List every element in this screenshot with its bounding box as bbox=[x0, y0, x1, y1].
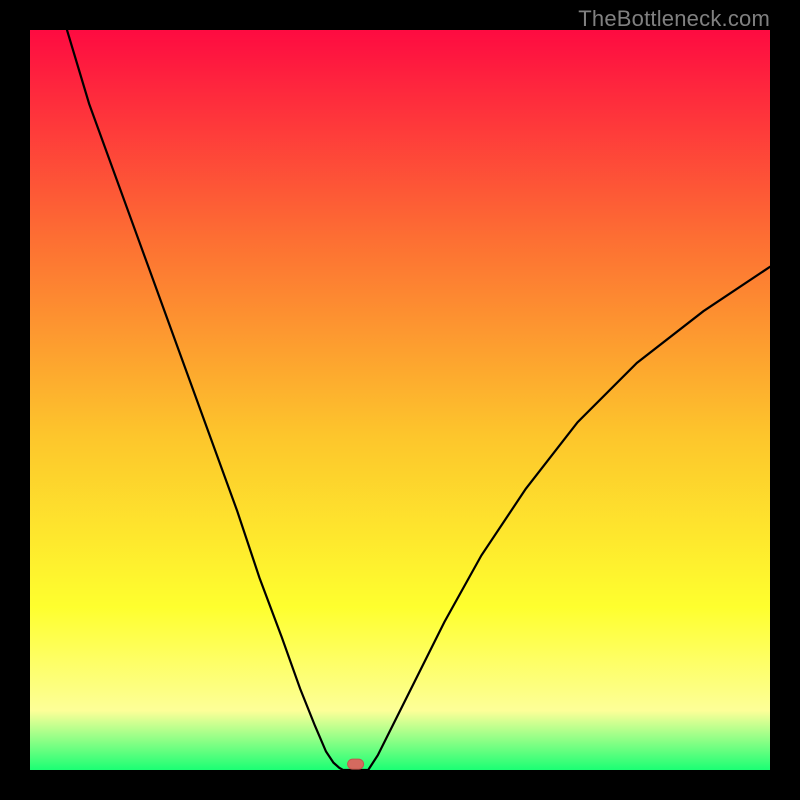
chart-area bbox=[30, 30, 770, 770]
gradient-background bbox=[30, 30, 770, 770]
bottleneck-chart bbox=[30, 30, 770, 770]
optimum-marker bbox=[348, 759, 364, 769]
watermark-text: TheBottleneck.com bbox=[578, 6, 770, 32]
